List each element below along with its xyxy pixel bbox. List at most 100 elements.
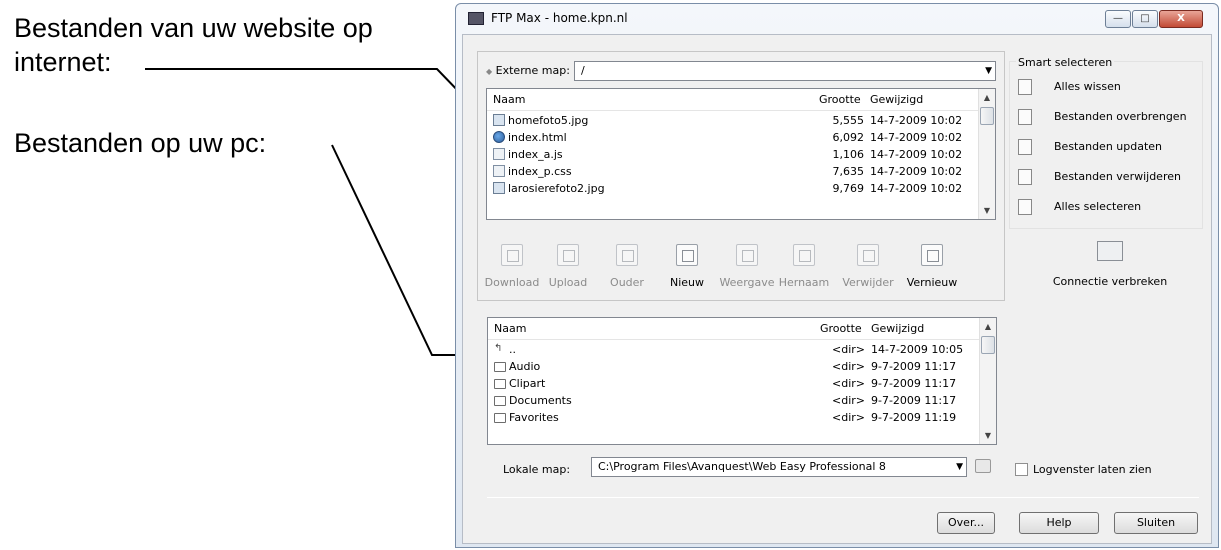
delete-button[interactable]: Verwijder [838,244,898,289]
scroll-thumb[interactable] [981,336,995,354]
list-item[interactable]: homefoto5.jpg 5,555 14-7-2009 10:02 [487,112,995,129]
column-size-header[interactable]: Grootte [819,93,861,106]
local-map-value: C:\Program Files\Avanquest\Web Easy Prof… [598,460,886,473]
browse-folder-icon[interactable] [975,459,991,473]
window-title: FTP Max - home.kpn.nl [491,11,628,25]
file-size: 1,106 [832,148,865,161]
file-modified: 14-7-2009 10:05 [871,343,964,356]
remote-list-header: Naam Grootte Gewijzigd [487,89,995,111]
ftp-max-window: FTP Max - home.kpn.nl — □ X ◆ Externe ma… [455,3,1219,548]
file-size: <dir> [832,343,865,356]
new-button[interactable]: Nieuw [662,244,712,289]
select-all-icon [1018,199,1032,215]
file-name: index_a.js [508,148,563,161]
file-size: <dir> [832,394,865,407]
file-size: <dir> [832,360,865,373]
download-button[interactable]: Download [484,244,540,289]
file-modified: 14-7-2009 10:02 [870,182,963,195]
local-scrollbar[interactable]: ▲ ▼ [979,318,996,444]
local-list-header: Naam Grootte Gewijzigd [488,318,996,340]
disconnect-button[interactable]: Connectie verbreken [1015,241,1205,297]
log-window-checkbox[interactable] [1015,463,1028,476]
view-button[interactable]: Weergave [716,244,778,289]
close-window-button[interactable]: X [1159,10,1203,28]
list-item[interactable]: Documents <dir> 9-7-2009 11:17 [488,392,996,409]
list-item[interactable]: Clipart <dir> 9-7-2009 11:17 [488,375,996,392]
chevron-down-icon[interactable]: ▼ [956,458,963,476]
local-map-combo[interactable]: C:\Program Files\Avanquest\Web Easy Prof… [591,457,967,477]
file-name: Favorites [509,411,559,424]
file-name: index.html [508,131,567,144]
file-name: larosierefoto2.jpg [508,182,605,195]
bullet-icon: ◆ [486,67,493,76]
parent-folder-icon [616,244,638,266]
help-button[interactable]: Help [1019,512,1099,534]
list-item[interactable]: index.html 6,092 14-7-2009 10:02 [487,129,995,146]
list-item[interactable]: index_a.js 1,106 14-7-2009 10:02 [487,146,995,163]
annotation-pc-files: Bestanden op uw pc: [14,128,267,158]
minimize-button[interactable]: — [1105,10,1131,28]
about-button[interactable]: Over... [937,512,995,534]
file-modified: 14-7-2009 10:02 [870,131,963,144]
folder-icon [494,413,506,423]
local-rows: ↰.. <dir> 14-7-2009 10:05 Audio <dir> 9-7-200… [488,341,996,426]
file-name: homefoto5.jpg [508,114,589,127]
folder-icon [494,362,506,372]
remote-file-list[interactable]: Naam Grootte Gewijzigd homefoto5.jpg 5,55… [486,88,996,220]
column-size-header[interactable]: Grootte [820,322,862,335]
upload-button[interactable]: Upload [542,244,594,289]
app-icon [468,12,484,25]
transfer-icon [1018,109,1032,125]
list-item[interactable]: ↰.. <dir> 14-7-2009 10:05 [488,341,996,358]
script-file-icon [493,148,505,160]
rename-icon [793,244,815,266]
file-size: 7,635 [832,165,865,178]
maximize-button[interactable]: □ [1132,10,1158,28]
scroll-down-icon[interactable]: ▼ [979,202,995,219]
scroll-thumb[interactable] [980,107,994,125]
annotation-website-files: Bestanden van uw website op internet: [14,13,373,77]
close-button[interactable]: Sluiten [1114,512,1198,534]
update-icon [1018,139,1032,155]
footer-separator [487,497,1199,498]
scroll-up-icon[interactable]: ▲ [979,89,995,106]
remote-map-combo[interactable]: / ▼ [574,61,996,81]
new-folder-icon [676,244,698,266]
chevron-down-icon[interactable]: ▼ [985,62,992,80]
file-modified: 9-7-2009 11:17 [871,377,957,390]
parent-folder-icon: ↰ [494,343,503,354]
delete-icon [857,244,879,266]
title-bar[interactable]: FTP Max - home.kpn.nl — □ X [456,4,1218,32]
file-size: 5,555 [832,114,865,127]
list-item[interactable]: larosierefoto2.jpg 9,769 14-7-2009 10:02 [487,180,995,197]
column-name-header[interactable]: Naam [493,93,525,106]
file-name: index_p.css [508,165,572,178]
list-item[interactable]: index_p.css 7,635 14-7-2009 10:02 [487,163,995,180]
file-modified: 9-7-2009 11:17 [871,360,957,373]
column-modified-header[interactable]: Gewijzigd [871,322,924,335]
parent-button[interactable]: Ouder [602,244,652,289]
html-file-icon [493,131,505,143]
rename-button[interactable]: Hernaam [776,244,832,289]
file-size: 6,092 [832,131,865,144]
file-modified: 9-7-2009 11:19 [871,411,957,424]
local-file-list[interactable]: Naam Grootte Gewijzigd ↰.. <dir> 14-7-2009… [487,317,997,445]
remote-scrollbar[interactable]: ▲ ▼ [978,89,995,219]
folder-icon [494,396,506,406]
file-name: Documents [509,394,572,407]
upload-icon [557,244,579,266]
column-modified-header[interactable]: Gewijzigd [870,93,923,106]
scroll-down-icon[interactable]: ▼ [980,427,996,444]
log-window-label[interactable]: Logvenster laten zien [1033,463,1152,476]
scroll-up-icon[interactable]: ▲ [980,318,996,335]
file-modified: 14-7-2009 10:02 [870,148,963,161]
list-item[interactable]: Audio <dir> 9-7-2009 11:17 [488,358,996,375]
file-name: .. [509,343,516,356]
refresh-button[interactable]: Vernieuw [902,244,962,289]
remote-map-label: ◆ Externe map: [486,64,570,77]
remote-map-value: / [581,64,585,77]
column-name-header[interactable]: Naam [494,322,526,335]
list-item[interactable]: Favorites <dir> 9-7-2009 11:19 [488,409,996,426]
image-file-icon [493,114,505,126]
refresh-icon [921,244,943,266]
